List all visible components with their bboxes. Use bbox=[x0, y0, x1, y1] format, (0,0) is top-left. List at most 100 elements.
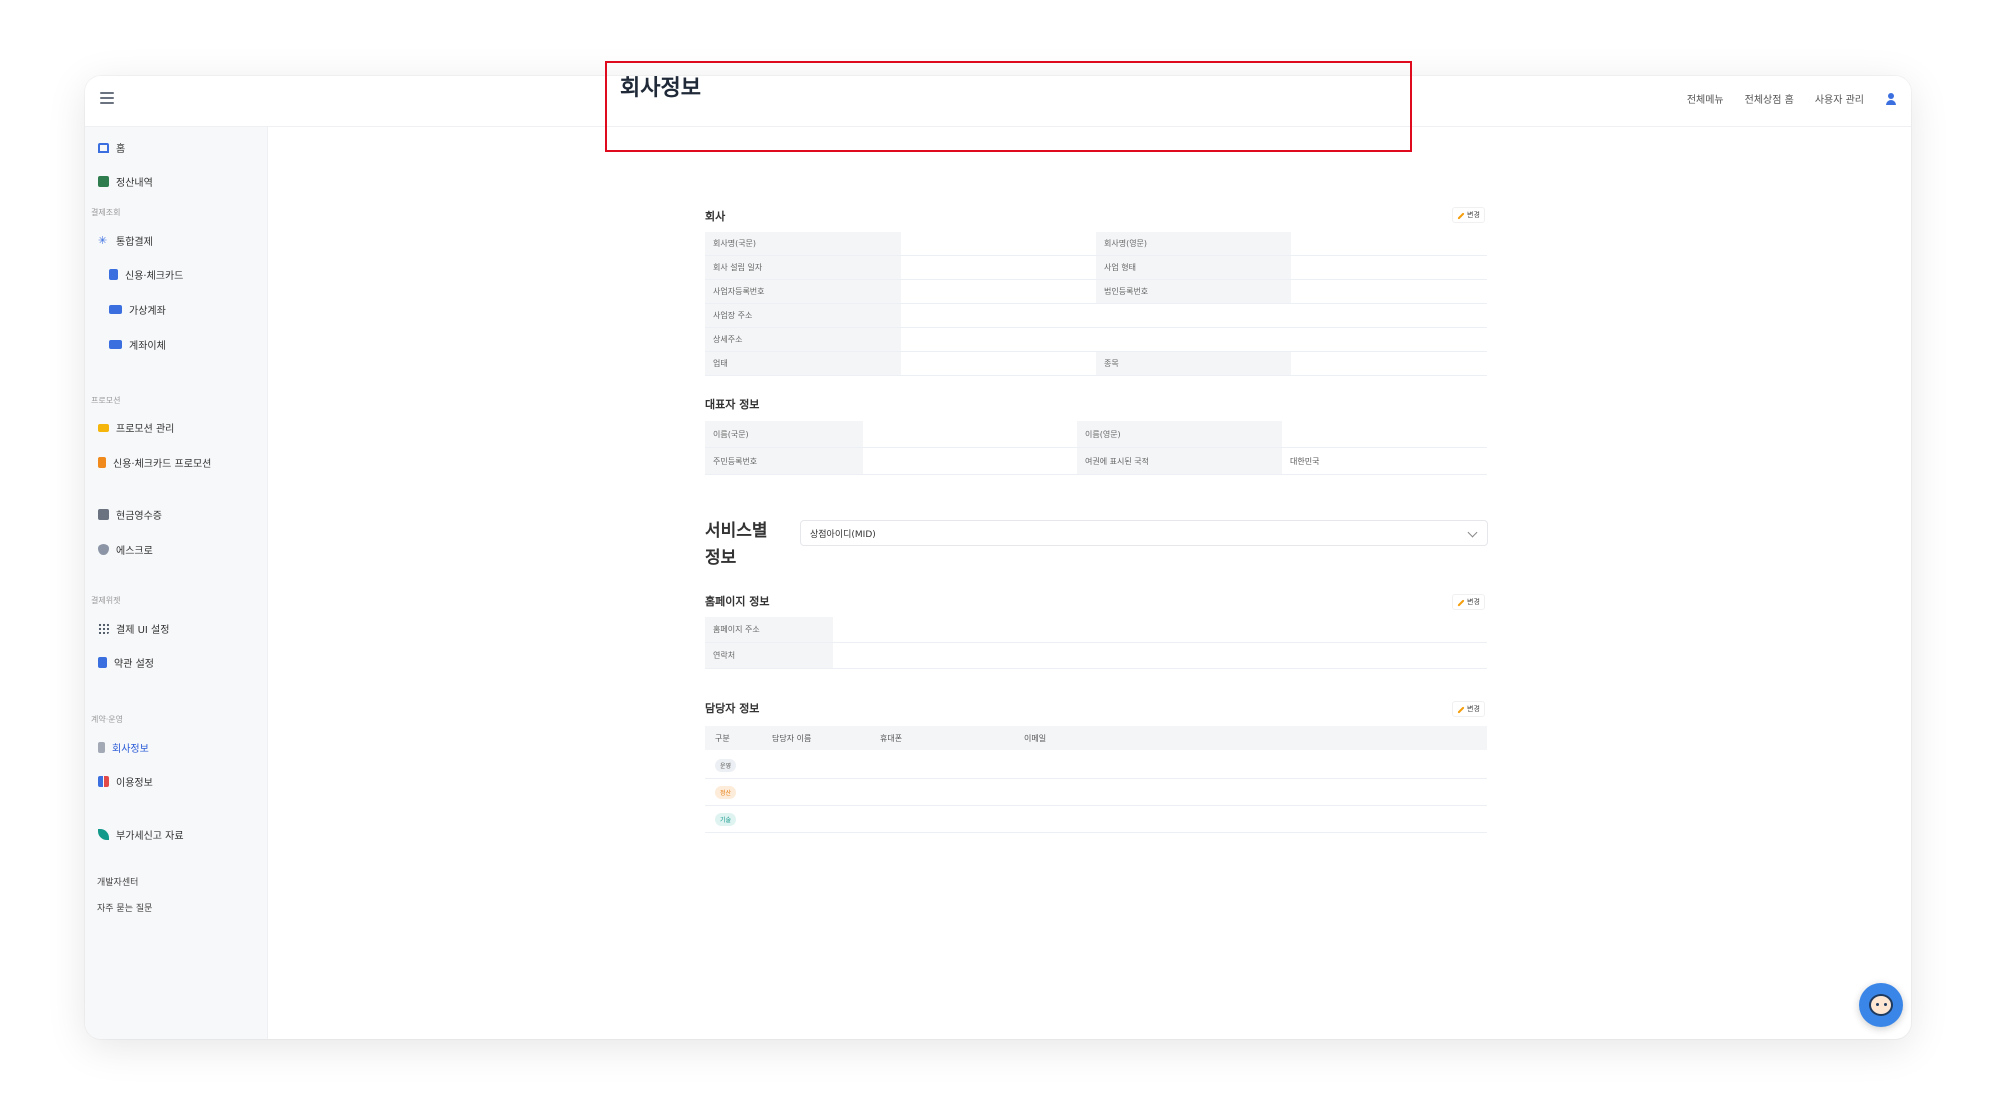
table-value bbox=[863, 421, 1077, 448]
section-contract-operation: 계약·운영 bbox=[91, 715, 123, 724]
table-row: 상세주소 bbox=[705, 327, 1487, 352]
table-value bbox=[1291, 232, 1487, 256]
sidebar-item-integrated-payment[interactable]: ✳ 통합결제 bbox=[98, 233, 153, 248]
table-label: 회사 설립 일자 bbox=[705, 255, 901, 280]
column-header: 이메일 bbox=[1024, 734, 1047, 743]
receipt-icon bbox=[98, 509, 109, 520]
hamburger-menu-icon[interactable] bbox=[100, 92, 114, 104]
table-label: 회사명(국문) bbox=[705, 232, 901, 256]
table-row: 주민등록번호 여권에 표시된 국적 대한민국 bbox=[705, 447, 1487, 475]
sidebar-item-vat-report[interactable]: 부가세신고 자료 bbox=[98, 827, 184, 842]
section-payment-widget: 결제위젯 bbox=[91, 596, 121, 605]
sidebar-item-terms-settings[interactable]: 약관 설정 bbox=[98, 655, 154, 670]
top-link-all-menu[interactable]: 전체메뉴 bbox=[1687, 91, 1724, 106]
role-badge-settlement: 정산 bbox=[715, 786, 737, 799]
sidebar-item-card-promotion[interactable]: 신용·체크카드 프로모션 bbox=[98, 455, 211, 470]
table-value bbox=[1291, 279, 1487, 304]
table-row: 사업장 주소 bbox=[705, 303, 1487, 328]
table-row: 사업자등록번호 법인등록번호 bbox=[705, 279, 1487, 304]
chat-support-button[interactable] bbox=[1859, 983, 1903, 1027]
sidebar-item-bank-transfer[interactable]: 계좌이체 bbox=[109, 337, 166, 352]
contact-section-title: 담당자 정보 bbox=[705, 702, 760, 715]
dots-grid-icon bbox=[98, 623, 109, 634]
contact-edit-button[interactable]: 변경 bbox=[1452, 701, 1485, 717]
top-link-user-management[interactable]: 사용자 관리 bbox=[1815, 91, 1864, 106]
sidebar-item-home[interactable]: 홈 bbox=[98, 140, 125, 155]
homepage-info-table: 홈페이지 주소 연락처 bbox=[705, 617, 1487, 669]
table-row: 회사명(국문) 회사명(영문) bbox=[705, 232, 1487, 256]
sidebar-item-virtual-account[interactable]: 가상계좌 bbox=[109, 302, 166, 317]
table-label: 상세주소 bbox=[705, 327, 901, 352]
pencil-icon bbox=[1457, 212, 1464, 219]
sparkle-icon: ✳ bbox=[98, 234, 108, 247]
table-label: 주민등록번호 bbox=[705, 447, 863, 475]
sidebar-item-credit-card[interactable]: 신용·체크카드 bbox=[109, 267, 183, 282]
column-header: 구분 bbox=[715, 734, 730, 743]
sidebar: 홈 정산내역 결제조회 ✳ 통합결제 신용·체크카드 가상계좌 계좌이체 프로모… bbox=[85, 127, 268, 1039]
table-label: 홈페이지 주소 bbox=[705, 617, 833, 643]
sidebar-item-usage-info[interactable]: 이용정보 bbox=[98, 774, 153, 789]
sidebar-item-promotion-management[interactable]: 프로모션 관리 bbox=[98, 420, 174, 435]
sidebar-item-settlement[interactable]: 정산내역 bbox=[98, 174, 153, 189]
top-bar: 전체메뉴 전체상점 홈 사용자 관리 bbox=[85, 76, 1911, 127]
virtual-account-icon bbox=[109, 305, 122, 314]
table-label: 종목 bbox=[1096, 351, 1291, 376]
section-payment-history: 결제조회 bbox=[91, 208, 121, 217]
table-label: 사업장 주소 bbox=[705, 303, 901, 328]
ticket-icon bbox=[98, 423, 109, 432]
table-value bbox=[901, 232, 1096, 256]
bank-transfer-icon bbox=[109, 340, 122, 349]
table-value bbox=[1282, 421, 1487, 448]
representative-info-table: 이름(국문) 이름(영문) 주민등록번호 여권에 표시된 국적 대한민국 bbox=[705, 421, 1487, 475]
developer-center-link[interactable]: 개발자센터 bbox=[97, 875, 138, 888]
representative-section-title: 대표자 정보 bbox=[705, 398, 760, 411]
column-header: 휴대폰 bbox=[880, 734, 903, 743]
grid-icon bbox=[98, 176, 109, 187]
table-label: 사업 형태 bbox=[1096, 255, 1291, 280]
pencil-icon bbox=[1457, 706, 1464, 713]
role-badge-operation: 운영 bbox=[715, 759, 737, 772]
faq-link[interactable]: 자주 묻는 질문 bbox=[97, 901, 152, 914]
page-title: 회사정보 bbox=[620, 76, 701, 101]
table-value bbox=[901, 279, 1096, 304]
sidebar-item-cash-receipt[interactable]: 현금영수증 bbox=[98, 507, 162, 522]
company-section-title: 회사 bbox=[705, 210, 726, 223]
table-value bbox=[1291, 351, 1487, 376]
shield-icon bbox=[98, 544, 109, 555]
table-value: 대한민국 bbox=[1282, 447, 1487, 475]
sidebar-item-payment-ui-settings[interactable]: 결제 UI 설정 bbox=[98, 621, 169, 636]
table-label: 법인등록번호 bbox=[1096, 279, 1291, 304]
table-value bbox=[901, 303, 1487, 328]
top-link-store-home[interactable]: 전체상점 홈 bbox=[1745, 91, 1794, 106]
chevron-down-icon bbox=[1467, 527, 1478, 538]
building-icon bbox=[98, 742, 105, 753]
table-value bbox=[901, 351, 1096, 376]
table-row: 회사 설립 일자 사업 형태 bbox=[705, 255, 1487, 280]
sidebar-item-escrow[interactable]: 에스크로 bbox=[98, 542, 153, 557]
homepage-edit-button[interactable]: 변경 bbox=[1452, 594, 1485, 610]
table-value bbox=[1291, 255, 1487, 280]
company-edit-button[interactable]: 변경 bbox=[1452, 207, 1485, 223]
table-value bbox=[833, 617, 1487, 643]
app-window: 전체메뉴 전체상점 홈 사용자 관리 홈 정산내역 결제조회 ✳ 통합결제 신용… bbox=[85, 76, 1911, 1039]
contact-table-header: 구분 담당자 이름 휴대폰 이메일 bbox=[705, 726, 1487, 750]
user-icon[interactable] bbox=[1885, 92, 1897, 105]
company-info-table: 회사명(국문) 회사명(영문) 회사 설립 일자 사업 형태 사업자등록번호 법… bbox=[705, 232, 1487, 376]
mid-select[interactable]: 상점아이디(MID) bbox=[800, 520, 1488, 546]
table-label: 업태 bbox=[705, 351, 901, 376]
support-avatar-icon bbox=[1869, 994, 1893, 1016]
home-icon bbox=[98, 142, 109, 153]
leaf-icon bbox=[98, 829, 109, 840]
card-icon bbox=[109, 269, 118, 280]
table-label: 사업자등록번호 bbox=[705, 279, 901, 304]
table-row: 운영 bbox=[705, 752, 1487, 779]
table-row: 연락처 bbox=[705, 642, 1487, 669]
section-promotion: 프로모션 bbox=[91, 396, 121, 405]
table-label: 여권에 표시된 국적 bbox=[1077, 447, 1282, 475]
sidebar-item-company-info[interactable]: 회사정보 bbox=[98, 740, 149, 755]
pencil-icon bbox=[1457, 599, 1464, 606]
table-label: 이름(국문) bbox=[705, 421, 863, 448]
table-value bbox=[863, 447, 1077, 475]
table-row: 홈페이지 주소 bbox=[705, 617, 1487, 643]
table-row: 정산 bbox=[705, 779, 1487, 806]
